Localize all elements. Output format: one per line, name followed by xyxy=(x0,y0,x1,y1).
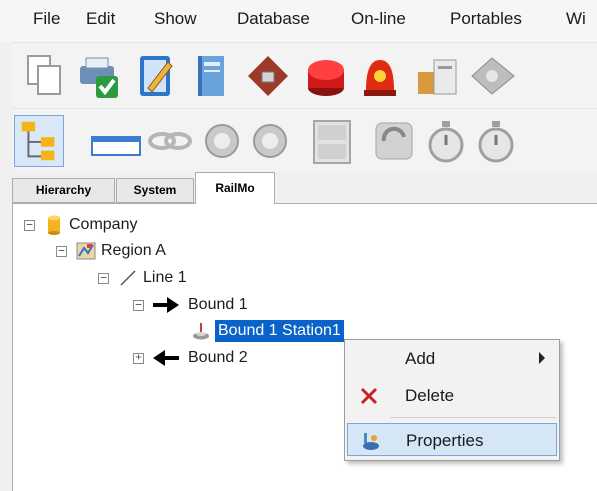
stopwatch-icon[interactable] xyxy=(422,115,470,167)
stopwatch-icon[interactable] xyxy=(472,115,520,167)
collapse-icon[interactable]: − xyxy=(133,299,144,311)
map-region-icon xyxy=(75,240,97,262)
diamond-clip-icon[interactable] xyxy=(244,50,292,102)
refresh-icon[interactable] xyxy=(246,115,294,167)
secondary-toolbar xyxy=(12,108,597,172)
arrow-right-icon xyxy=(151,294,181,316)
collapse-icon[interactable]: − xyxy=(56,245,67,257)
hierarchy-icon[interactable] xyxy=(14,115,64,167)
menu-portables[interactable]: Portables xyxy=(450,9,522,29)
cabinet-icon[interactable] xyxy=(308,115,356,167)
tree-node-company[interactable]: − Company xyxy=(13,214,313,236)
menu-show[interactable]: Show xyxy=(154,9,197,29)
arrow-left-icon xyxy=(151,347,181,369)
map-icon[interactable] xyxy=(468,50,516,102)
database-icon xyxy=(43,214,65,236)
tree-node-label: Company xyxy=(69,216,138,233)
menu-edit[interactable]: Edit xyxy=(86,9,115,29)
menu-separator xyxy=(390,417,556,418)
collapse-icon[interactable]: − xyxy=(98,272,109,284)
submenu-arrow-icon xyxy=(539,352,545,364)
tab-hierarchy[interactable]: Hierarchy xyxy=(12,178,115,203)
line-icon xyxy=(117,267,139,289)
print-icon[interactable] xyxy=(74,50,122,102)
tab-system[interactable]: System xyxy=(116,178,194,203)
menu-item-label: Add xyxy=(405,349,436,368)
menu-bar: File Edit Show Database On-line Portable… xyxy=(0,0,597,42)
context-menu-delete[interactable]: Delete xyxy=(347,379,557,412)
tree-node-label: Bound 2 xyxy=(188,349,248,366)
tree-node-label: Bound 1 xyxy=(188,296,248,313)
cycle-icon[interactable] xyxy=(370,115,418,167)
collapse-icon[interactable]: − xyxy=(24,219,35,231)
tree-node-label-selected: Bound 1 Station1 xyxy=(215,320,344,342)
menu-file[interactable]: File xyxy=(33,9,60,29)
station-icon xyxy=(190,320,212,342)
main-toolbar xyxy=(12,42,597,108)
alarm-icon[interactable] xyxy=(356,50,404,102)
copy-icon[interactable] xyxy=(20,50,68,102)
menu-item-label: Properties xyxy=(406,431,484,450)
edit-notebook-icon[interactable] xyxy=(132,50,180,102)
delete-x-icon xyxy=(357,384,381,408)
link-icon[interactable] xyxy=(146,115,194,167)
menu-online[interactable]: On-line xyxy=(351,9,406,29)
tab-railmo[interactable]: RailMo xyxy=(195,172,275,204)
menu-database[interactable]: Database xyxy=(237,9,310,29)
menu-item-label: Delete xyxy=(405,386,455,405)
tree-node-bound2[interactable]: + Bound 2 xyxy=(13,347,313,369)
package-icon[interactable] xyxy=(412,50,460,102)
tab-strip: Hierarchy System RailMo xyxy=(12,172,597,204)
red-button-icon[interactable] xyxy=(302,50,350,102)
expand-icon[interactable]: + xyxy=(133,353,144,364)
context-menu-properties[interactable]: Properties xyxy=(347,423,557,456)
menu-window[interactable]: Wi xyxy=(566,9,586,29)
tree-node-line[interactable]: − Line 1 xyxy=(13,267,313,289)
context-menu: Add Delete Properties xyxy=(344,339,560,461)
book-icon[interactable] xyxy=(188,50,236,102)
context-menu-add[interactable]: Add xyxy=(347,342,557,375)
application-window: File Edit Show Database On-line Portable… xyxy=(0,0,597,491)
tree-node-label: Region A xyxy=(101,242,166,259)
properties-icon xyxy=(358,429,382,453)
panel-icon[interactable] xyxy=(90,115,142,167)
tree-node-bound1[interactable]: − Bound 1 xyxy=(13,294,313,316)
tree-node-region[interactable]: − Region A xyxy=(13,240,313,262)
refresh-icon[interactable] xyxy=(198,115,246,167)
tree-node-label: Line 1 xyxy=(143,269,187,286)
